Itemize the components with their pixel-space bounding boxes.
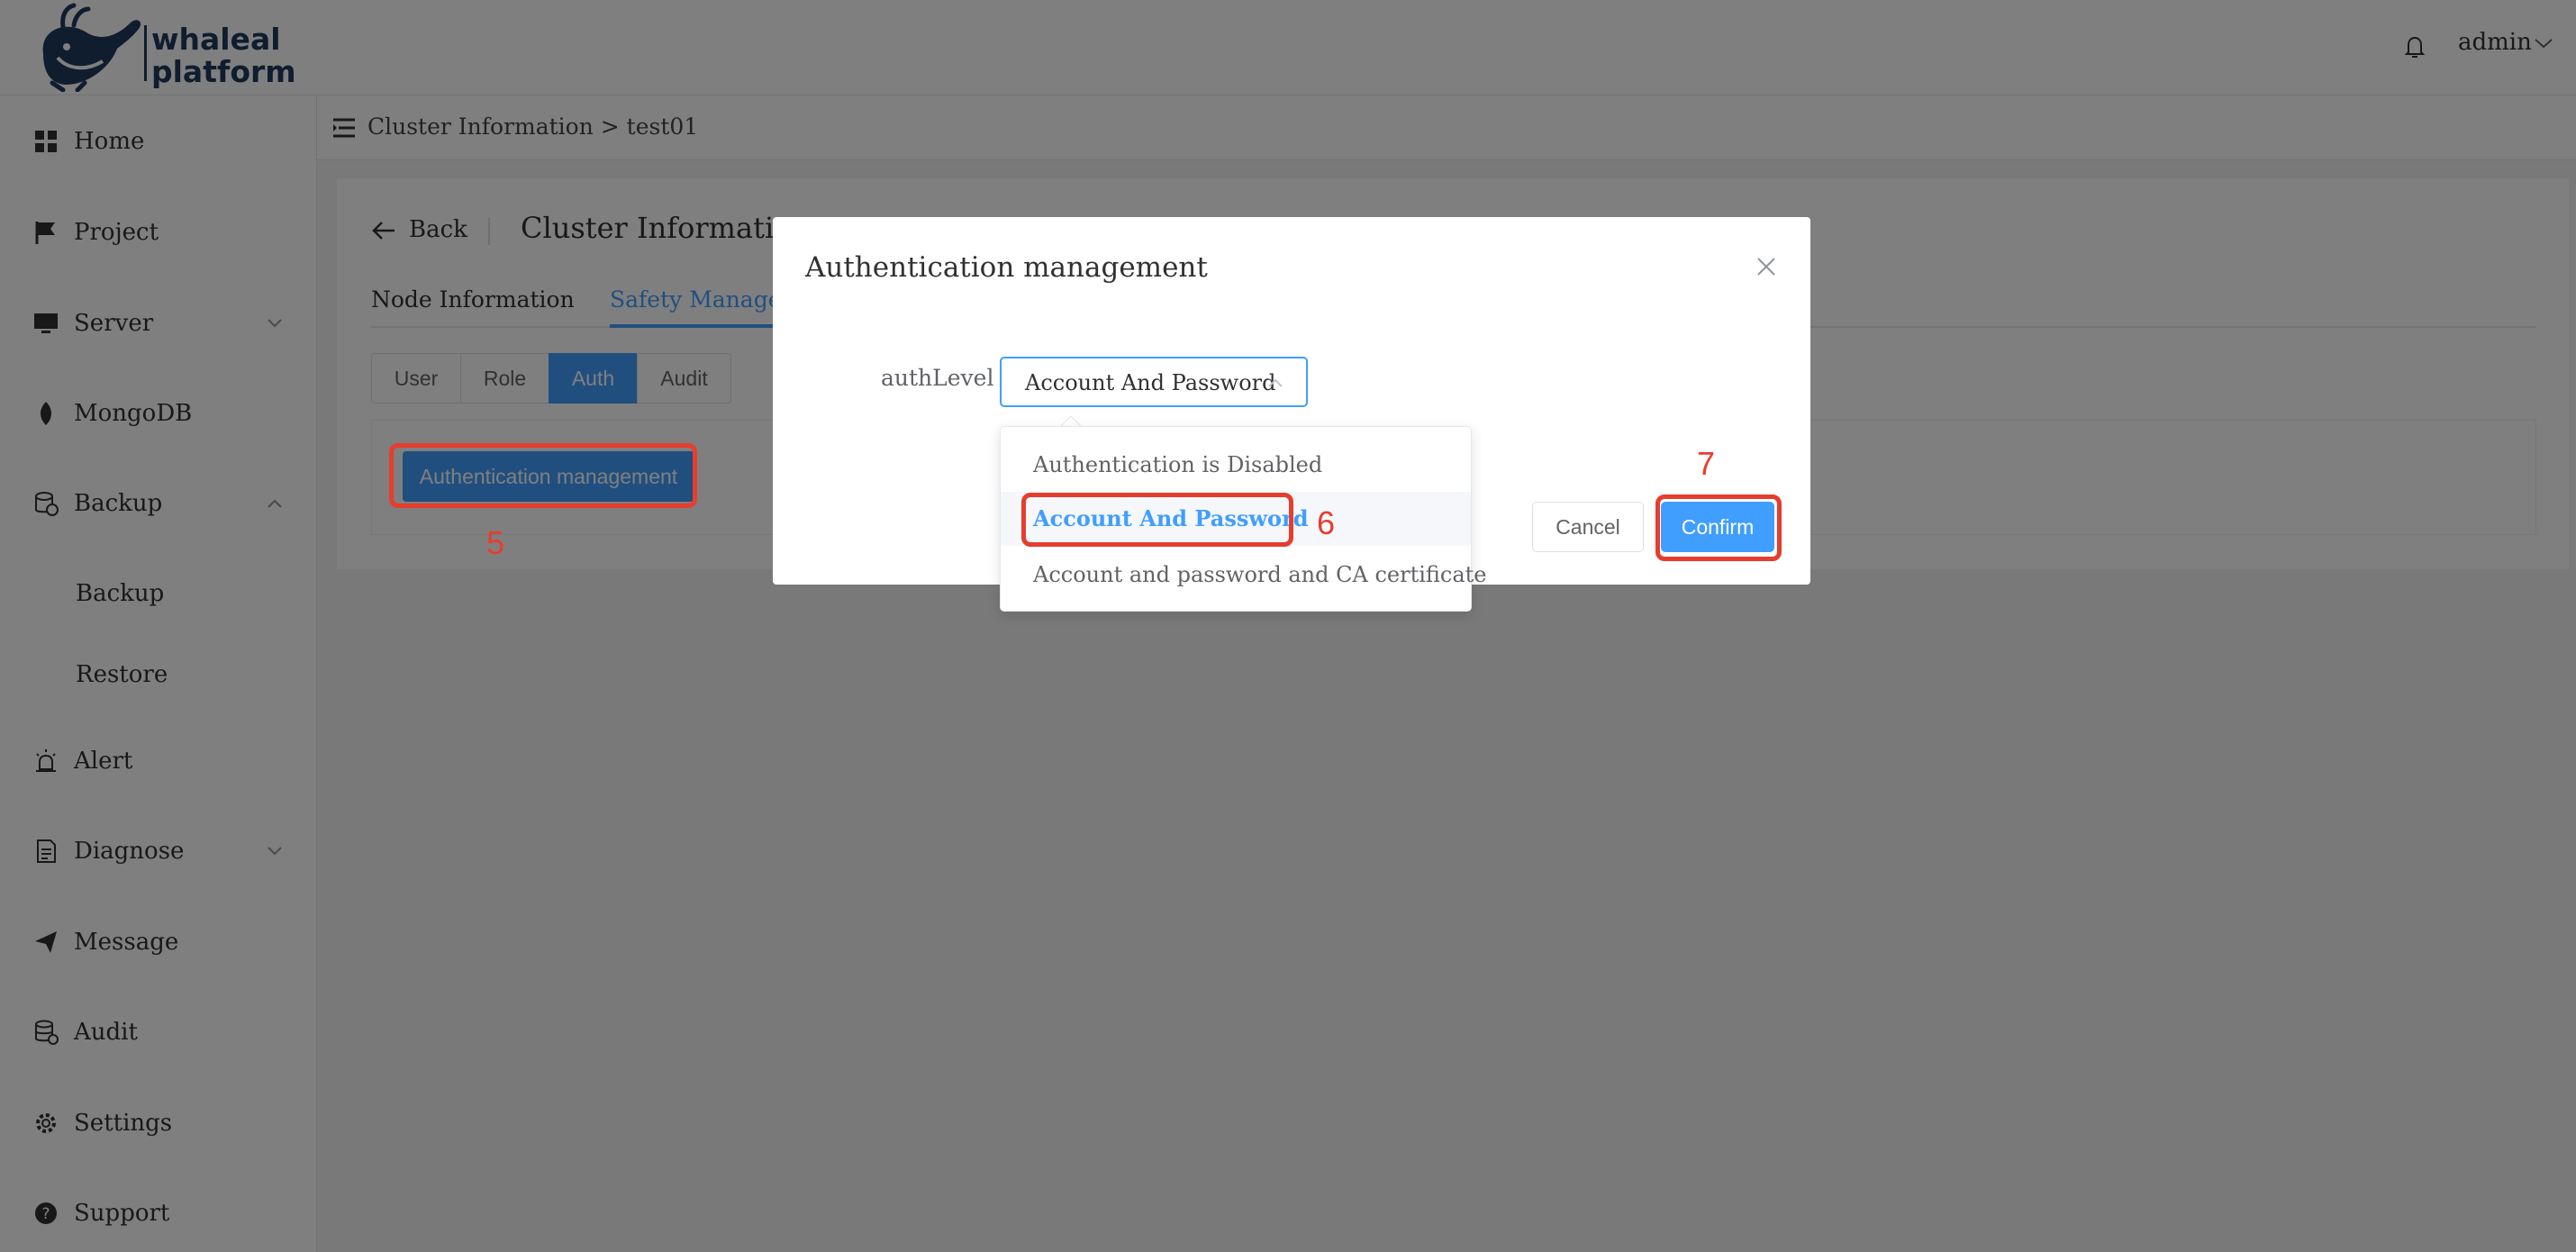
step-5-number: 5	[486, 524, 505, 561]
option-account-password-ca[interactable]: Account and password and CA certificate	[1001, 548, 1487, 602]
step-7-highlight	[1655, 494, 1782, 561]
modal-overlay[interactable]	[0, 0, 2576, 1252]
select-value: Account And Password	[1025, 370, 1276, 395]
auth-level-select[interactable]: Account And Password	[1000, 357, 1308, 407]
step-6-highlight	[1021, 493, 1293, 547]
option-authentication-disabled[interactable]: Authentication is Disabled	[1001, 438, 1471, 492]
cancel-button[interactable]: Cancel	[1532, 502, 1644, 552]
chevron-up-icon	[1268, 378, 1283, 387]
step-7-number: 7	[1697, 445, 1716, 482]
auth-level-label: authLevel	[881, 365, 994, 391]
app-window: whaleal platform admin Home Project	[0, 0, 2576, 1252]
step-5-highlight	[389, 443, 697, 508]
step-6-number: 6	[1317, 504, 1336, 541]
close-icon[interactable]	[1755, 255, 1778, 278]
dialog-title: Authentication management	[805, 251, 1208, 284]
